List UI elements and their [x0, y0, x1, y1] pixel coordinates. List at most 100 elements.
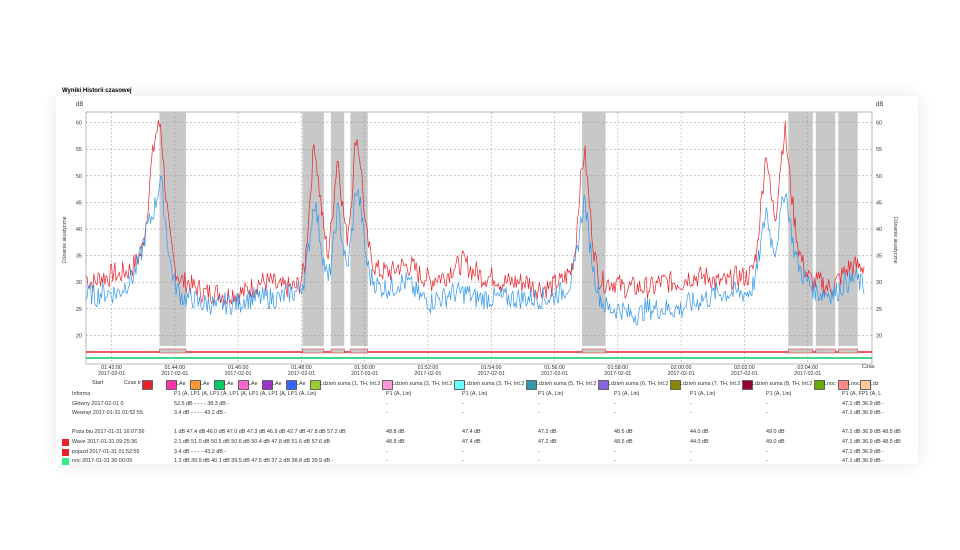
row-values: 3.4 dB - - - - 43.2 dB - — [174, 448, 227, 455]
legend-item[interactable]: LAe — [166, 380, 188, 390]
row-cell: - — [766, 458, 768, 465]
row-cell: P1 (A, FP1 (A, L — [842, 391, 882, 397]
x-tick-date: 2017-02-01 — [225, 371, 252, 377]
row-color-swatch — [62, 439, 69, 446]
row-cell: - — [538, 458, 540, 465]
y-tick-label-right: 50 — [876, 174, 882, 180]
legend-item[interactable]: LAe — [238, 380, 260, 390]
row-cell: 48.8 dB — [386, 429, 405, 436]
table-row[interactable]: Poza biu 2017-01-31 16:07:56 1 dB 47.4 dB… — [62, 429, 902, 438]
legend-item[interactable]: Ldzień suma (2, TH, Int.2 — [382, 380, 453, 390]
unit-top-left: dB — [76, 102, 83, 108]
legend-item[interactable]: LAe — [262, 380, 284, 390]
row-cell: - — [614, 410, 616, 417]
x-tick-date: 2017-02-01 — [668, 371, 695, 377]
y-tick-label-left: 35 — [76, 254, 82, 260]
legend-item[interactable]: Ldzień suma (7, TH, Int.2 — [670, 380, 740, 390]
legend-item[interactable]: LAe — [214, 380, 236, 390]
row-cell: 47.2 dB — [538, 439, 557, 445]
table-row[interactable]: noc 2017-01-31 36:00:05 1.3 dB 39.9 dB 40… — [62, 458, 902, 467]
y-tick-label-right: 45 — [876, 200, 882, 206]
legend-label: LAe — [296, 381, 306, 387]
row-cell: - — [462, 410, 464, 417]
row-cell: - — [386, 400, 388, 407]
legend-item[interactable]: LAe — [190, 380, 212, 390]
row-cell: - — [538, 448, 540, 455]
y-tick-label-left: 45 — [76, 200, 82, 206]
legend-item[interactable]: Ldzień suma (5, TH, Int.2 — [526, 380, 596, 390]
row-label: noc 2017-01-31 36:00:05 — [72, 458, 133, 465]
legend-label: LAe — [272, 381, 282, 387]
row-cell: - — [690, 448, 692, 455]
x-tick-date: 2017-02-01 — [351, 371, 378, 377]
row-cell: 47.4 dB — [462, 429, 481, 436]
row-cell: P1 (A, Lin) — [538, 391, 564, 397]
legend-label: Ldzień suma (6, TH, Int.2 — [608, 381, 669, 387]
row-cell: 47.1 dB 36.9 dB - — [842, 458, 884, 465]
table-row[interactable]: pojazd 2017-01-31 01:52:55 3.4 dB - - - -… — [62, 448, 902, 458]
row-values: P1 (A, LP1 (A, LP1 (A, LP1 (A, LP1 (A, L… — [174, 391, 317, 397]
row-cell: - — [462, 400, 464, 407]
legend-label: LAe — [200, 381, 210, 387]
row-label: pojazd 2017-01-31 01:52:55 — [72, 448, 140, 455]
table-row[interactable]: Informa P1 (A, LP1 (A, LP1 (A, LP1 (A, LP… — [62, 391, 902, 400]
row-color-swatch — [62, 458, 69, 466]
legend-label: Ldzień suma (3, TH, Int.2 — [464, 381, 525, 387]
legend-item[interactable]: Ldzień suma (8, TH, Int.2 — [742, 380, 813, 390]
y-tick-label-left: 60 — [76, 121, 82, 127]
legend-item[interactable] — [142, 380, 164, 390]
x-tick-date: 2017-02-01 — [731, 371, 758, 377]
row-label: Informa — [72, 391, 91, 397]
row-cell: - — [386, 448, 388, 455]
legend-label: LAe — [176, 381, 186, 387]
time-history-chart[interactable]: 20 2025 2530 3035 3540 4045 4550 5055 5560 6001:4… — [0, 0, 960, 380]
legend-label: Lnoc — [824, 381, 836, 387]
row-cell: - — [614, 458, 616, 465]
row-cell: P1 (A, Lin) — [614, 391, 640, 397]
legend-item[interactable]: Lnoc — [814, 380, 836, 390]
header-start: Start — [92, 380, 104, 386]
y-tick-label-left: 30 — [76, 280, 82, 286]
row-cell: - — [614, 400, 616, 407]
row-cell: 48.5 dB — [614, 429, 633, 436]
y-tick-label-left: 25 — [76, 307, 82, 313]
table-row[interactable]: Główny 2017-02-01 0 52.5 dB - - - - 38.3 … — [62, 401, 902, 410]
legend-item[interactable]: Ldzień suma (6, TH, Int.2 — [598, 380, 669, 390]
row-values: 2.1 dB 51.0 dB 50.5 dB 50.6 dB 50.4 dB 4… — [174, 439, 331, 445]
row-cell: 47.2 dB — [538, 429, 557, 436]
row-cell: 49.0 dB — [766, 439, 785, 445]
legend-label: Ldzień suma (8, TH, Int.2 — [752, 381, 813, 387]
legend-label: Ldzień suma (2, TH, Int.2 — [392, 381, 453, 387]
legend-item[interactable]: LAe — [286, 380, 308, 390]
track-event — [838, 348, 858, 354]
row-cell: 47.1 dB 36.9 dB 48.5 dB — [842, 429, 901, 436]
table-row[interactable]: Wewnęt 2017-01-31 01:52:55 3.4 dB - - - -… — [62, 410, 902, 419]
y-tick-label-right: 20 — [876, 333, 882, 339]
track-event — [302, 348, 325, 354]
legend-item[interactable]: Ldzień suma (1, TH, Int.2 — [310, 380, 380, 390]
legend-label: LAe — [248, 381, 258, 387]
legend-item[interactable]: Ldz — [860, 380, 880, 390]
y-tick-label-right: 55 — [876, 147, 882, 153]
track-event — [581, 348, 606, 354]
y-tick-label-right: 30 — [876, 280, 882, 286]
row-cell: P1 (A, Lin) — [386, 391, 412, 397]
row-cell: - — [462, 448, 464, 455]
row-cell: 47.1 dB 36.9 dB - — [842, 410, 884, 417]
table-row[interactable]: Wave 2017-01-31 09:25:36 2.1 dB 51.0 dB 5… — [62, 439, 902, 448]
track-event — [330, 348, 345, 354]
row-cell: P1 (A, Lin) — [690, 391, 716, 397]
row-cell: 47.1 dB 36.9 dB 48.5 dB — [842, 439, 901, 445]
y-axis-label-left: Ciśnienie akustyczne — [62, 216, 68, 263]
row-values: 52.5 dB - - - - 38.3 dB - — [174, 400, 230, 407]
row-cell: - — [690, 458, 692, 465]
legend-swatch — [142, 380, 153, 390]
y-tick-label-right: 35 — [876, 254, 882, 260]
legend-item[interactable]: Ldzień suma (3, TH, Int.2 — [454, 380, 525, 390]
legend-item[interactable]: Lnoc — [838, 380, 860, 390]
legend-row: LAe LAe LAe LAe LAe LAe Ldzień suma (1, TH, In… — [142, 380, 902, 390]
x-tick-date: 2017-02-01 — [98, 371, 125, 377]
row-color-swatch — [62, 448, 69, 456]
table-row[interactable] — [62, 420, 902, 429]
row-cell: - — [766, 410, 768, 417]
